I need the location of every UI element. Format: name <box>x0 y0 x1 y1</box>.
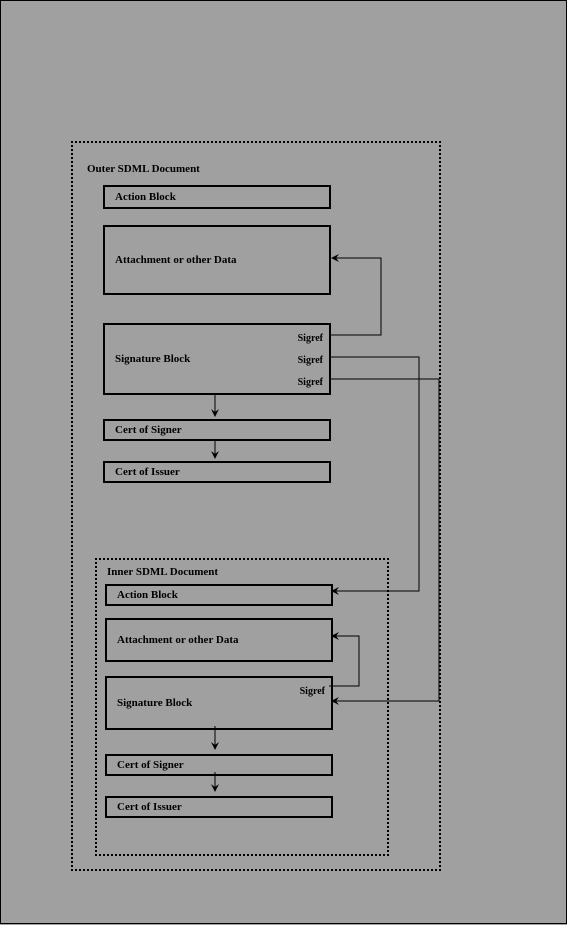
inner-action-block: Action Block <box>105 584 333 606</box>
outer-cert-signer: Cert of Signer <box>103 419 331 441</box>
inner-action-label: Action Block <box>117 589 178 601</box>
inner-title: Inner SDML Document <box>107 566 218 578</box>
outer-signature-block: Signature Block Sigref Sigref Sigref <box>103 323 331 395</box>
inner-signature-block: Signature Block Sigref <box>105 676 333 730</box>
inner-cert-signer-label: Cert of Signer <box>117 759 184 771</box>
inner-signature-label: Signature Block <box>117 697 192 709</box>
outer-sigref-3: Sigref <box>298 377 323 388</box>
outer-cert-signer-label: Cert of Signer <box>115 424 182 436</box>
outer-attachment-block: Attachment or other Data <box>103 225 331 295</box>
inner-cert-issuer: Cert of Issuer <box>105 796 333 818</box>
inner-cert-issuer-label: Cert of Issuer <box>117 801 182 813</box>
outer-sdml-document: Outer SDML Document Action Block Attachm… <box>71 141 441 871</box>
inner-sdml-document: Inner SDML Document Action Block Attachm… <box>95 558 389 856</box>
outer-action-label: Action Block <box>115 191 176 203</box>
inner-attachment-block: Attachment or other Data <box>105 618 333 662</box>
outer-sigref-2: Sigref <box>298 355 323 366</box>
outer-cert-issuer: Cert of Issuer <box>103 461 331 483</box>
inner-sigref-1: Sigref <box>300 686 325 697</box>
inner-attachment-label: Attachment or other Data <box>117 634 238 646</box>
outer-signature-label: Signature Block <box>115 353 190 365</box>
outer-action-block: Action Block <box>103 185 331 209</box>
diagram-canvas: Outer SDML Document Action Block Attachm… <box>0 0 567 924</box>
outer-attachment-label: Attachment or other Data <box>115 254 236 266</box>
outer-title: Outer SDML Document <box>87 163 200 175</box>
inner-cert-signer: Cert of Signer <box>105 754 333 776</box>
outer-sigref-1: Sigref <box>298 333 323 344</box>
outer-cert-issuer-label: Cert of Issuer <box>115 466 180 478</box>
